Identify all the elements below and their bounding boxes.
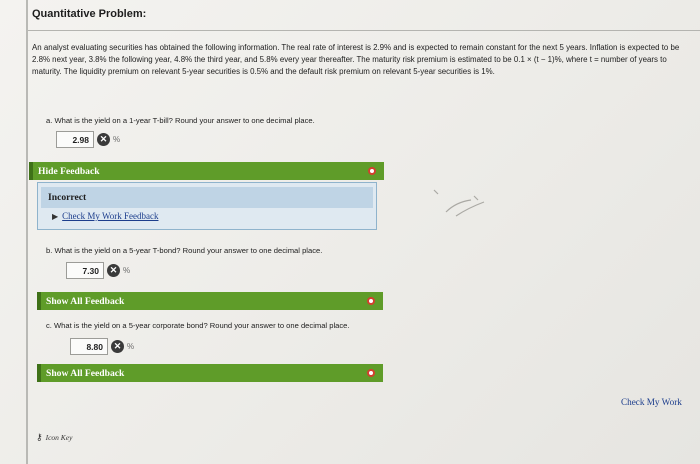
incorrect-x-icon: ✕ [111, 340, 124, 353]
page-title: Quantitative Problem: [32, 8, 147, 20]
expand-marker-icon [29, 162, 33, 180]
question-b-answer-row: 7.30 ✕ % [66, 262, 130, 279]
incorrect-x-icon: ✕ [107, 264, 120, 277]
question-c-answer-row: 8.80 ✕ % [70, 338, 134, 355]
triangle-bullet-icon: ▶ [52, 212, 59, 221]
hide-feedback-label: Hide Feedback [38, 165, 100, 177]
check-my-work-link[interactable]: Check My Work [621, 397, 682, 407]
show-all-feedback-label: Show All Feedback [46, 367, 125, 379]
check-my-work-feedback-text: Check My Work Feedback [62, 211, 159, 221]
key-icon: ⚷ [36, 432, 43, 442]
show-all-feedback-label: Show All Feedback [46, 295, 125, 307]
incorrect-header: Incorrect [41, 187, 373, 208]
percent-unit: % [127, 342, 135, 351]
question-b-answer-input[interactable]: 7.30 [66, 262, 104, 279]
question-a-label: a. What is the yield on a 1-year T-bill?… [46, 116, 315, 125]
status-dot-icon [368, 167, 376, 175]
show-all-feedback-bar-b[interactable]: Show All Feedback [37, 292, 383, 310]
feedback-panel: Incorrect ▶ Check My Work Feedback [37, 182, 377, 230]
pen-scribble [433, 189, 485, 217]
show-all-feedback-bar-c[interactable]: Show All Feedback [37, 364, 383, 382]
problem-statement: An analyst evaluating securities has obt… [32, 43, 680, 76]
icon-key[interactable]: ⚷ Icon Key [36, 432, 72, 443]
status-dot-icon [367, 297, 375, 305]
percent-unit: % [113, 135, 121, 144]
question-a-answer-row: 2.98 ✕ % [56, 131, 120, 148]
percent-unit: % [123, 266, 131, 275]
incorrect-x-icon: ✕ [97, 133, 110, 146]
expand-marker-icon [37, 292, 41, 310]
hide-feedback-bar[interactable]: Hide Feedback [29, 162, 384, 180]
icon-key-label: Icon Key [45, 433, 73, 442]
question-b-label: b. What is the yield on a 5-year T-bond?… [46, 246, 323, 255]
question-c-answer-input[interactable]: 8.80 [70, 338, 108, 355]
check-my-work-feedback-link[interactable]: ▶ Check My Work Feedback [52, 211, 159, 221]
question-c-label: c. What is the yield on a 5-year corpora… [46, 321, 350, 330]
left-border [26, 0, 28, 464]
status-dot-icon [367, 369, 375, 377]
expand-marker-icon [37, 364, 41, 382]
title-divider [28, 30, 700, 31]
question-a-answer-input[interactable]: 2.98 [56, 131, 94, 148]
